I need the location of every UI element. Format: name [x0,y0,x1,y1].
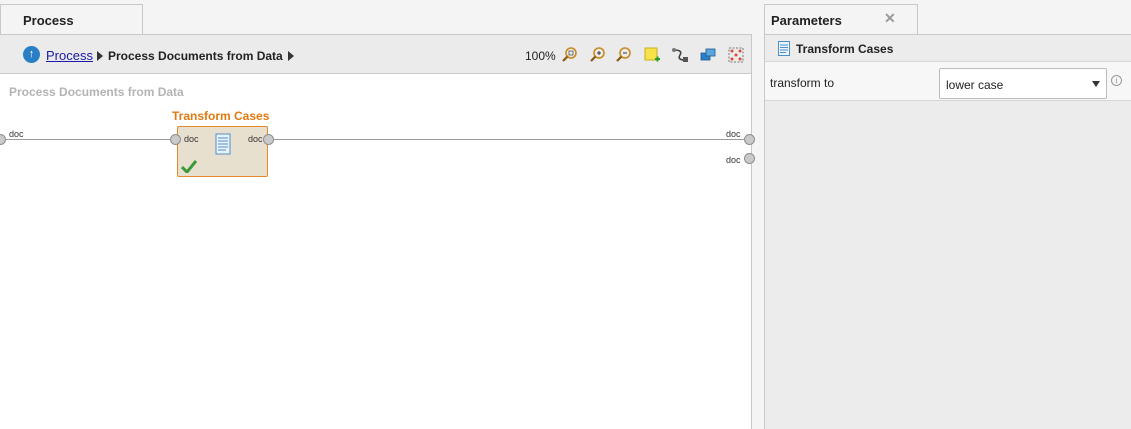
process-header: ↑ Process Process Documents from Data 10… [0,34,752,74]
output-port[interactable] [744,153,755,164]
parameters-panel: Parameters ✕ Transform Cases transform t… [764,0,1131,429]
select-value: lower case [946,78,1004,92]
close-icon[interactable]: ✕ [884,10,896,27]
zoom-fit-icon[interactable] [561,46,579,64]
input-port[interactable] [0,134,6,145]
canvas-title: Process Documents from Data [9,85,184,99]
operator-title: Transform Cases [172,109,270,123]
operator-out-port-label: doc [248,134,263,144]
fit-selection-icon[interactable] [727,46,745,64]
output-port-label: doc [726,129,741,139]
transform-to-select[interactable]: lower case [939,68,1107,99]
tab-label: Process [23,13,74,28]
output-port[interactable] [744,134,755,145]
arrange-icon[interactable] [699,46,717,64]
parameters-body: Transform Cases transform to lower case … [764,34,1131,429]
operator-in-port-label: doc [184,134,199,144]
parameters-operator-name: Transform Cases [796,42,894,56]
operator-output-port[interactable] [263,134,274,145]
document-icon [778,41,790,56]
process-panel: Process ↑ Process Process Documents from… [0,0,755,429]
chevron-down-icon [1092,81,1100,87]
breadcrumb-root-link[interactable]: Process [46,48,93,63]
tab-parameters[interactable]: Parameters ✕ [764,4,918,35]
breadcrumb-current: Process Documents from Data [108,49,283,63]
document-icon [215,133,231,155]
add-note-icon[interactable] [643,46,661,64]
connection-wire[interactable] [6,139,172,140]
zoom-level: 100% [525,49,556,63]
parameter-label: transform to [770,76,835,90]
info-icon[interactable]: i [1111,75,1122,86]
parameter-row: transform to lower case i [765,62,1131,101]
breadcrumb-expand-icon[interactable] [288,51,294,61]
operator-input-port[interactable] [170,134,181,145]
zoom-in-icon[interactable] [589,46,607,64]
process-canvas[interactable]: Process Documents from Data doc doc doc … [0,74,755,429]
connection-wire[interactable] [274,139,744,140]
up-arrow-icon[interactable]: ↑ [23,46,40,63]
tab-label: Parameters [771,13,842,28]
tab-process[interactable]: Process [0,4,143,35]
operator-transform-cases[interactable]: doc doc [177,126,268,177]
input-port-label: doc [9,129,24,139]
breadcrumb-separator-icon [97,51,103,61]
auto-wire-icon[interactable] [671,46,689,64]
output-port-label: doc [726,155,741,165]
zoom-out-icon[interactable] [615,46,633,64]
check-icon [181,160,197,173]
parameters-operator-header: Transform Cases [765,35,1131,62]
